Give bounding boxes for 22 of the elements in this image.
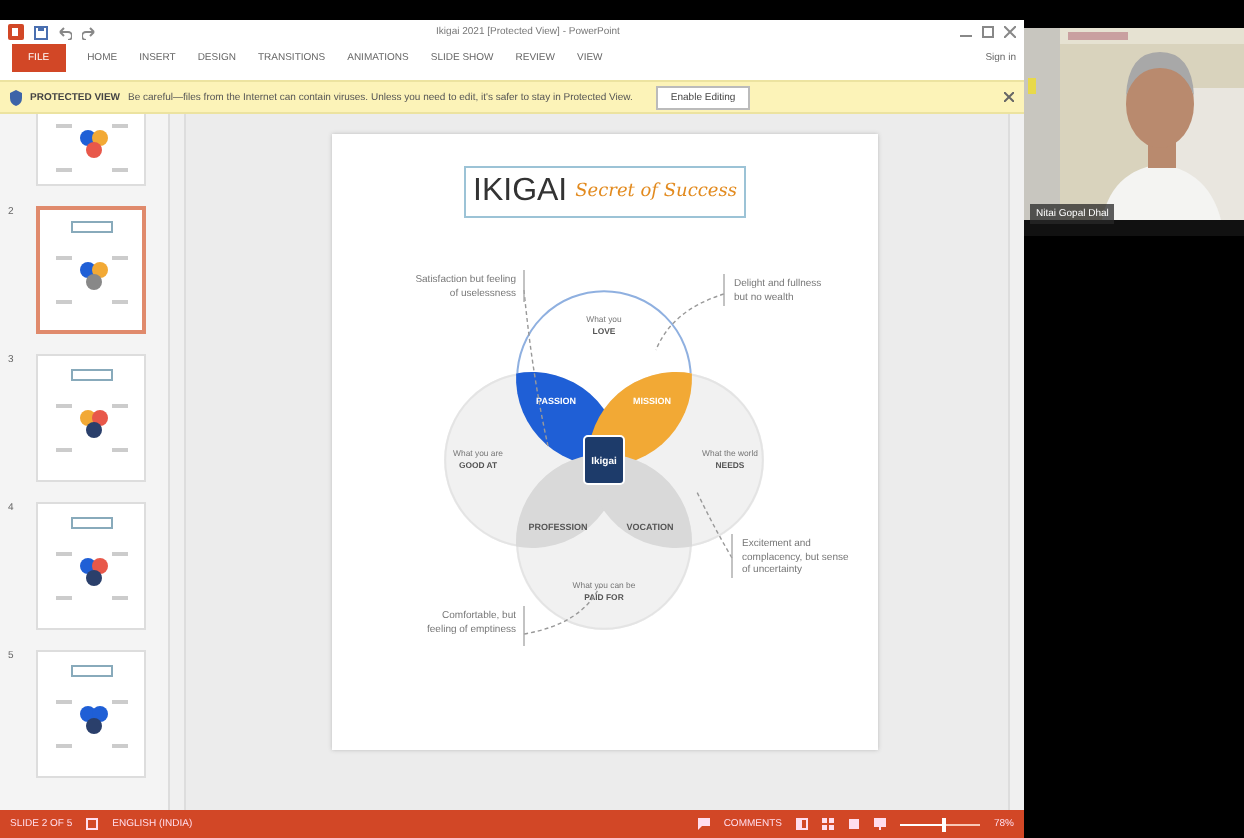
scrollbar[interactable] — [1008, 114, 1024, 810]
shield-icon — [10, 89, 22, 105]
slideshow-icon[interactable] — [873, 818, 886, 830]
close-icon[interactable] — [1004, 92, 1014, 102]
slide-subtitle: Secret of Success — [575, 182, 737, 202]
spell-check-icon[interactable] — [86, 818, 99, 830]
zoom-thumb[interactable] — [941, 817, 946, 831]
undo-icon[interactable] — [58, 25, 72, 39]
reading-view-icon[interactable] — [847, 818, 860, 830]
leader-line — [695, 489, 733, 579]
maximize-icon[interactable] — [982, 26, 994, 38]
ikigai-center — [583, 435, 625, 485]
save-icon[interactable] — [34, 25, 48, 39]
normal-view-icon[interactable] — [795, 818, 808, 830]
comment-icon[interactable] — [697, 818, 710, 830]
scrollbar[interactable] — [168, 114, 186, 810]
close-icon[interactable] — [1004, 26, 1016, 38]
leader-line — [655, 273, 725, 351]
slide-thumbnail[interactable] — [36, 206, 146, 334]
slide-sorter-icon[interactable] — [821, 818, 834, 830]
redo-icon[interactable] — [82, 25, 96, 39]
slide-title: IKIGAI — [473, 174, 568, 210]
